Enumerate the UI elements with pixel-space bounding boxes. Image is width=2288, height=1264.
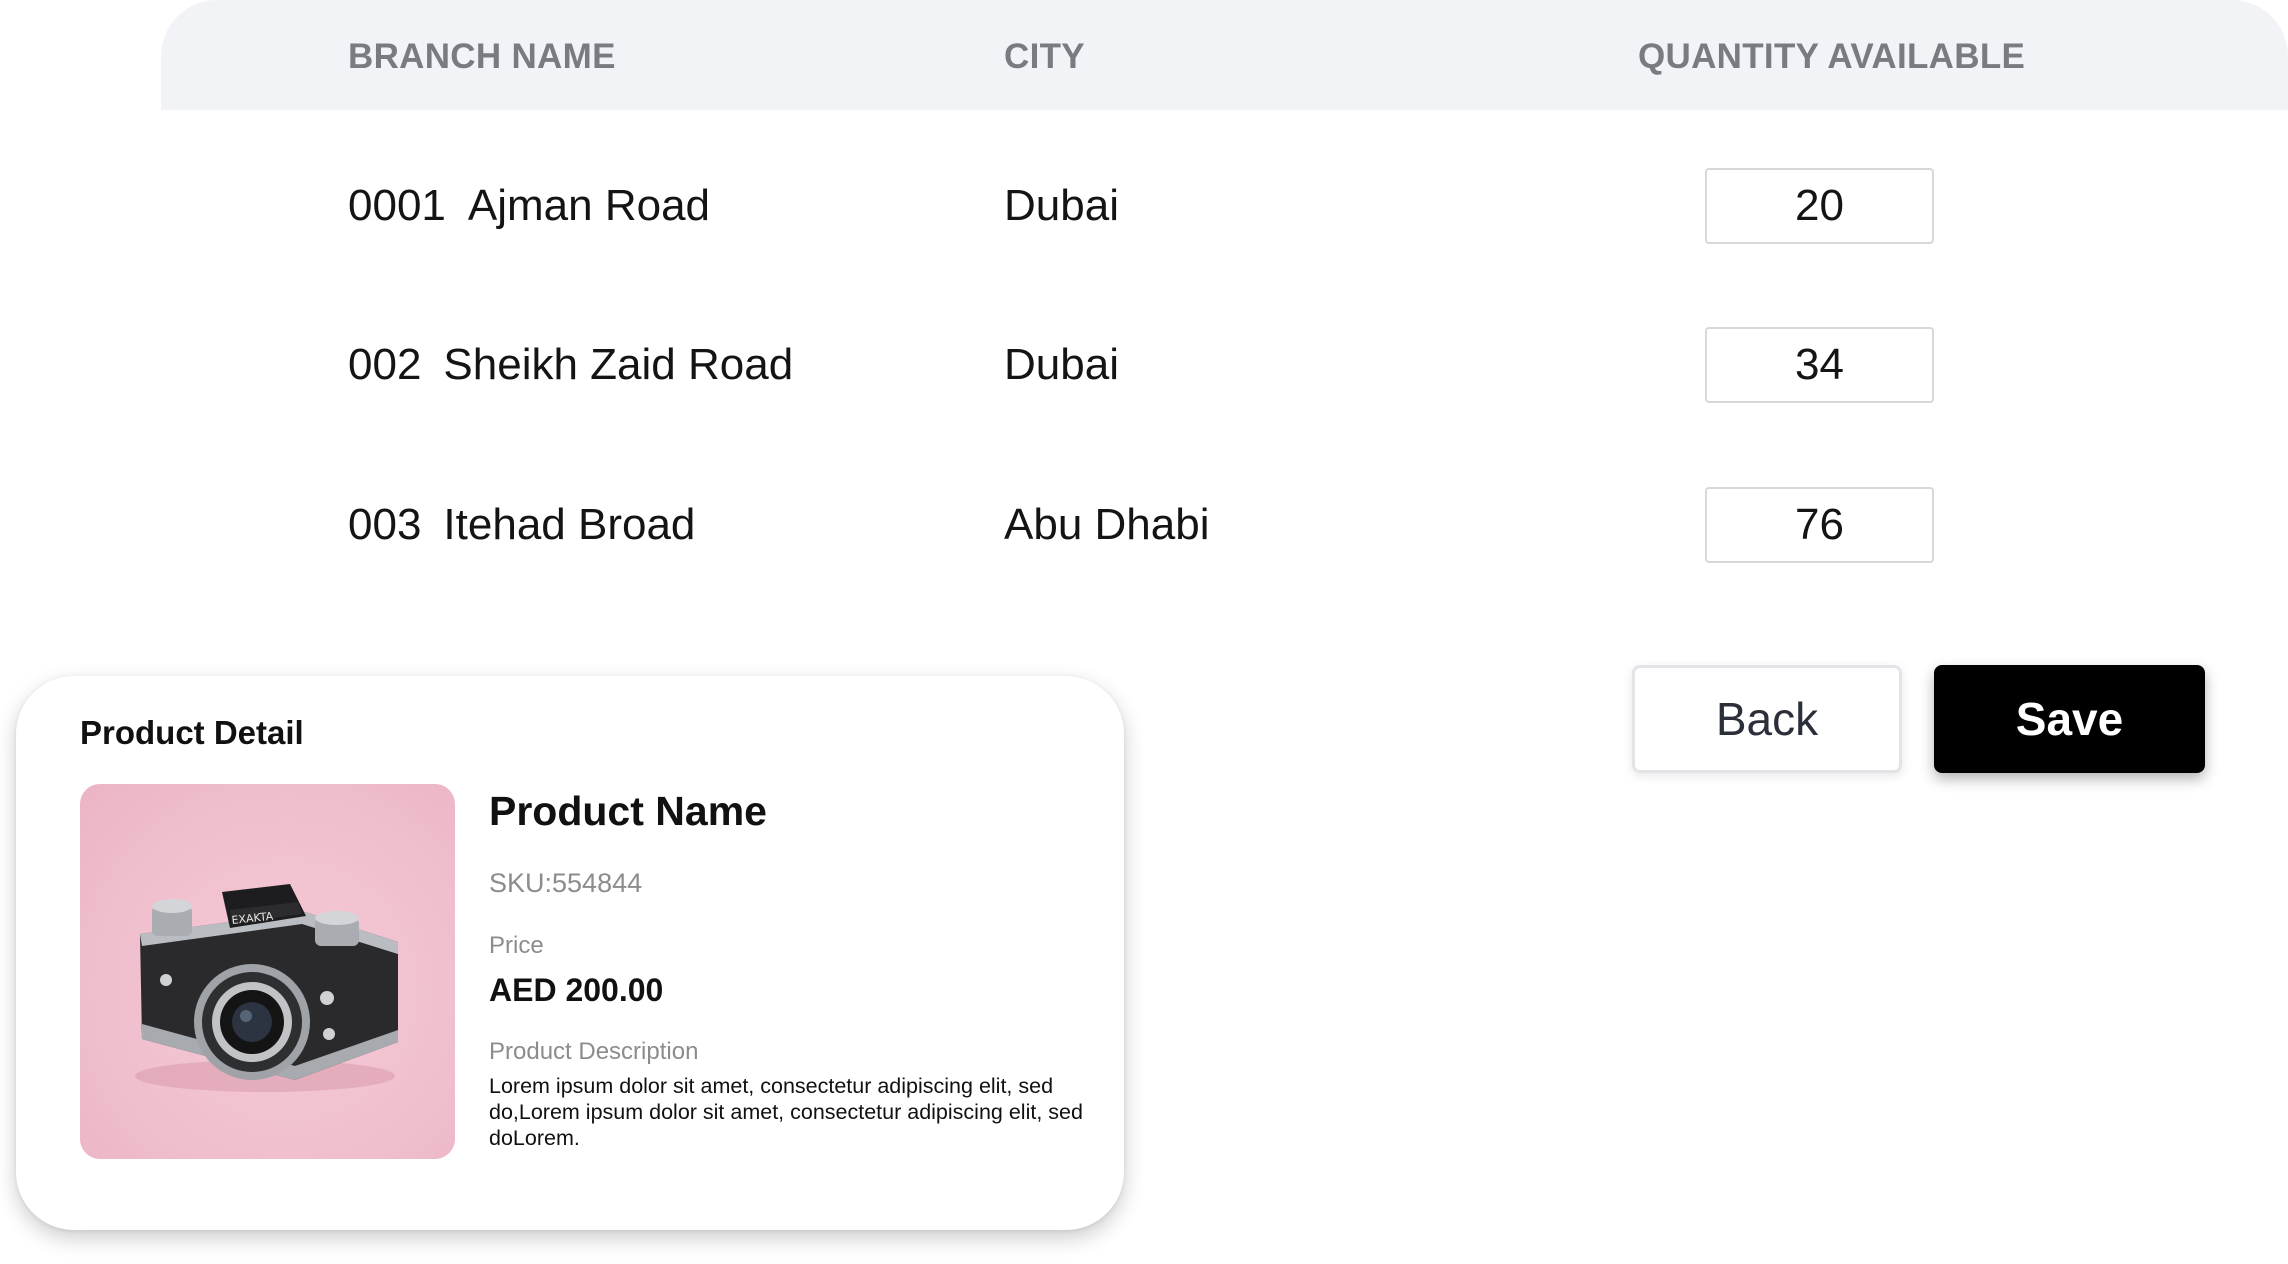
branch-name: Itehad Broad bbox=[443, 500, 696, 549]
table-header: BRANCH NAME CITY QUANTITY AVAILABLE bbox=[161, 0, 2288, 110]
description-label: Product Description bbox=[489, 1038, 699, 1065]
branch-name: Ajman Road bbox=[467, 181, 711, 230]
page: BRANCH NAME CITY QUANTITY AVAILABLE 0001… bbox=[0, 0, 2288, 1264]
branch-code: 0001 bbox=[348, 181, 446, 230]
quantity-input[interactable] bbox=[1705, 327, 1934, 403]
city-cell: Dubai bbox=[1004, 340, 1119, 389]
price-label: Price bbox=[489, 932, 544, 959]
branch-code: 003 bbox=[348, 500, 422, 549]
product-image: EXAKTA bbox=[80, 784, 455, 1159]
branch-name-cell: 0001 Ajman Road bbox=[348, 181, 710, 231]
product-name: Product Name bbox=[489, 788, 767, 834]
table-row: 0001 Ajman Road Dubai bbox=[161, 146, 2288, 266]
branch-code: 002 bbox=[348, 340, 422, 389]
product-sku: SKU:554844 bbox=[489, 868, 643, 898]
card-title: Product Detail bbox=[80, 714, 304, 751]
back-button[interactable]: Back bbox=[1632, 665, 1902, 773]
camera-icon: EXAKTA bbox=[135, 884, 398, 1092]
quantity-input[interactable] bbox=[1705, 168, 1934, 244]
table-row: 003 Itehad Broad Abu Dhabi bbox=[161, 465, 2288, 585]
branch-name-cell: 003 Itehad Broad bbox=[348, 500, 695, 550]
column-header-branch-name[interactable]: BRANCH NAME bbox=[348, 37, 616, 77]
branch-stock-table: BRANCH NAME CITY QUANTITY AVAILABLE 0001… bbox=[161, 0, 2288, 620]
save-button[interactable]: Save bbox=[1934, 665, 2205, 773]
price-value: AED 200.00 bbox=[489, 972, 664, 1008]
branch-name: Sheikh Zaid Road bbox=[443, 340, 794, 389]
column-header-quantity-available[interactable]: QUANTITY AVAILABLE bbox=[1638, 37, 2025, 77]
column-header-city[interactable]: CITY bbox=[1004, 37, 1085, 77]
description-text: Lorem ipsum dolor sit amet, consectetur … bbox=[489, 1074, 1083, 1150]
table-row: 002 Sheikh Zaid Road Dubai bbox=[161, 305, 2288, 425]
product-detail-card: Product Detail EXAKTA Product Name SKU:5… bbox=[16, 676, 1124, 1230]
city-cell: Abu Dhabi bbox=[1004, 500, 1210, 549]
quantity-input[interactable] bbox=[1705, 487, 1934, 563]
city-cell: Dubai bbox=[1004, 181, 1119, 230]
branch-name-cell: 002 Sheikh Zaid Road bbox=[348, 340, 793, 390]
